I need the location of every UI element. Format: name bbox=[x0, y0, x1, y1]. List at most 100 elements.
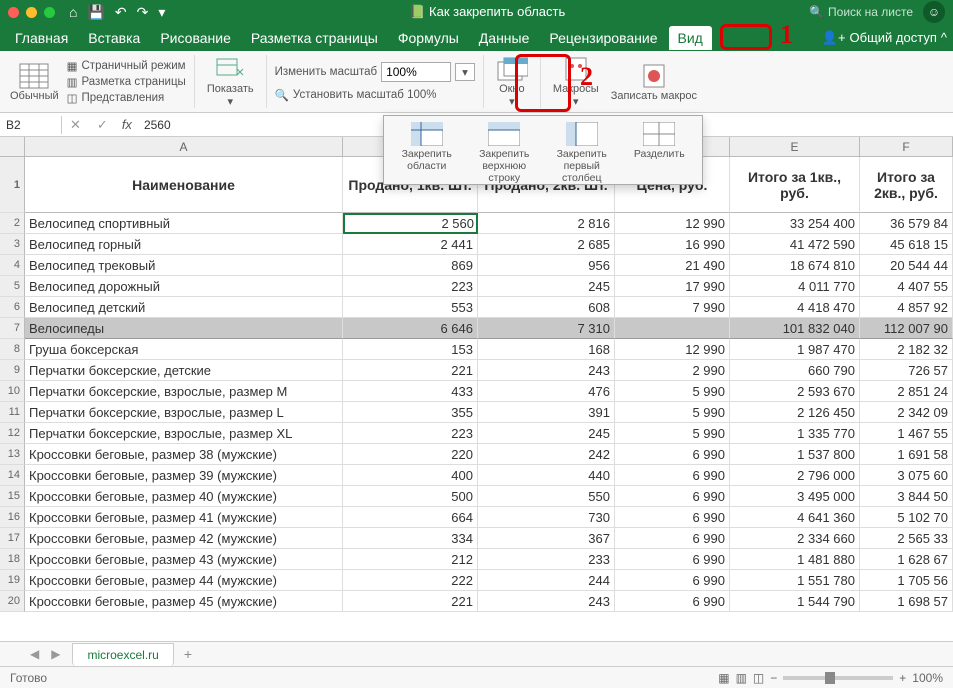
cell[interactable]: Перчатки боксерские, взрослые, размер M bbox=[25, 381, 343, 402]
cell[interactable]: 660 790 bbox=[730, 360, 860, 381]
ribbon-tab-данные[interactable]: Данные bbox=[470, 26, 539, 50]
ribbon-tab-рисование[interactable]: Рисование bbox=[151, 26, 240, 50]
header-cell[interactable]: Итого за 2кв., руб. bbox=[860, 157, 953, 213]
cell[interactable]: 242 bbox=[478, 444, 615, 465]
row-header[interactable]: 14 bbox=[0, 465, 25, 486]
cell[interactable]: 476 bbox=[478, 381, 615, 402]
cell[interactable]: 367 bbox=[478, 528, 615, 549]
row-header[interactable]: 13 bbox=[0, 444, 25, 465]
cell[interactable]: 168 bbox=[478, 339, 615, 360]
cell[interactable]: 21 490 bbox=[615, 255, 730, 276]
cell[interactable]: Велосипед горный bbox=[25, 234, 343, 255]
cell[interactable]: 6 990 bbox=[615, 465, 730, 486]
cell[interactable]: 6 990 bbox=[615, 591, 730, 612]
cell[interactable]: 221 bbox=[343, 591, 478, 612]
row-header[interactable]: 7 bbox=[0, 318, 25, 339]
row-header[interactable]: 4 bbox=[0, 255, 25, 276]
cell[interactable]: 869 bbox=[343, 255, 478, 276]
cell[interactable]: Перчатки боксерские, детские bbox=[25, 360, 343, 381]
cell[interactable]: 1 544 790 bbox=[730, 591, 860, 612]
cell[interactable]: 2 565 33 bbox=[860, 528, 953, 549]
cell[interactable]: 400 bbox=[343, 465, 478, 486]
cell[interactable]: 4 418 470 bbox=[730, 297, 860, 318]
cell[interactable]: 2 851 24 bbox=[860, 381, 953, 402]
cell[interactable]: 245 bbox=[478, 423, 615, 444]
save-icon[interactable]: 💾 bbox=[87, 4, 104, 21]
row-header[interactable]: 9 bbox=[0, 360, 25, 381]
cell[interactable]: 220 bbox=[343, 444, 478, 465]
ribbon-tab-главная[interactable]: Главная bbox=[6, 26, 77, 50]
cell[interactable]: 730 bbox=[478, 507, 615, 528]
normal-view-button[interactable]: Обычный bbox=[6, 60, 63, 104]
freeze-top-row-button[interactable]: Закрепить верхнюю строку bbox=[466, 120, 544, 180]
cell[interactable]: Кроссовки беговые, размер 38 (мужские) bbox=[25, 444, 343, 465]
cell[interactable]: 16 990 bbox=[615, 234, 730, 255]
cell[interactable]: 153 bbox=[343, 339, 478, 360]
row-header[interactable]: 16 bbox=[0, 507, 25, 528]
cell[interactable]: 3 495 000 bbox=[730, 486, 860, 507]
cell[interactable]: Кроссовки беговые, размер 44 (мужские) bbox=[25, 570, 343, 591]
custom-views-button[interactable]: ◫ Представления bbox=[67, 91, 186, 105]
show-button[interactable]: Показать ▾ bbox=[203, 53, 258, 110]
minimize-icon[interactable] bbox=[26, 7, 37, 18]
cell[interactable]: 212 bbox=[343, 549, 478, 570]
cell[interactable]: Велосипед спортивный bbox=[25, 213, 343, 234]
freeze-panes-button[interactable]: Закрепить области bbox=[388, 120, 466, 180]
cell[interactable]: 12 990 bbox=[615, 339, 730, 360]
cell[interactable]: 1 551 780 bbox=[730, 570, 860, 591]
cell[interactable]: Велосипед трековый bbox=[25, 255, 343, 276]
spreadsheet-grid[interactable]: 1 Наименование Продано, 1кв. Шт. Продано… bbox=[0, 157, 953, 641]
ribbon-tab-вид[interactable]: Вид bbox=[669, 26, 712, 50]
view-normal-icon[interactable]: ▦ bbox=[718, 671, 729, 685]
cell[interactable]: 243 bbox=[478, 360, 615, 381]
cell[interactable]: 334 bbox=[343, 528, 478, 549]
cell[interactable]: 2 990 bbox=[615, 360, 730, 381]
name-box[interactable]: B2 bbox=[0, 116, 62, 134]
maximize-icon[interactable] bbox=[44, 7, 55, 18]
row-header[interactable]: 10 bbox=[0, 381, 25, 402]
row-header[interactable]: 6 bbox=[0, 297, 25, 318]
col-header[interactable]: A bbox=[25, 137, 343, 156]
redo-icon[interactable]: ↷ bbox=[137, 4, 149, 21]
zoom-100-button[interactable]: 🔍 Установить масштаб 100% bbox=[275, 88, 475, 102]
cell[interactable] bbox=[615, 318, 730, 339]
freeze-first-col-button[interactable]: Закрепить первый столбец bbox=[543, 120, 621, 180]
row-header[interactable]: 18 bbox=[0, 549, 25, 570]
cell[interactable]: 6 990 bbox=[615, 549, 730, 570]
enter-icon[interactable]: ✓ bbox=[89, 117, 116, 133]
select-all-corner[interactable] bbox=[0, 137, 25, 156]
cell[interactable]: 2 182 32 bbox=[860, 339, 953, 360]
cell[interactable]: 112 007 90 bbox=[860, 318, 953, 339]
cell[interactable]: 17 990 bbox=[615, 276, 730, 297]
macros-button[interactable]: Макросы ▾ bbox=[549, 53, 603, 110]
close-icon[interactable] bbox=[8, 7, 19, 18]
cell[interactable]: 3 844 50 bbox=[860, 486, 953, 507]
ribbon-tab-рецензирование[interactable]: Рецензирование bbox=[540, 26, 666, 50]
cell[interactable]: 2 126 450 bbox=[730, 402, 860, 423]
cell[interactable]: 726 57 bbox=[860, 360, 953, 381]
row-header[interactable]: 8 bbox=[0, 339, 25, 360]
cell[interactable]: 550 bbox=[478, 486, 615, 507]
cell[interactable]: 1 698 57 bbox=[860, 591, 953, 612]
cell[interactable]: 36 579 84 bbox=[860, 213, 953, 234]
page-break-view-button[interactable]: ▦ Страничный режим bbox=[67, 59, 186, 73]
cell[interactable]: 3 075 60 bbox=[860, 465, 953, 486]
ribbon-tab-вставка[interactable]: Вставка bbox=[79, 26, 149, 50]
cell[interactable]: 7 990 bbox=[615, 297, 730, 318]
cell[interactable]: 41 472 590 bbox=[730, 234, 860, 255]
cell[interactable]: 1 628 67 bbox=[860, 549, 953, 570]
cell[interactable]: 1 705 56 bbox=[860, 570, 953, 591]
cell[interactable]: 20 544 44 bbox=[860, 255, 953, 276]
cell[interactable]: 2 441 bbox=[343, 234, 478, 255]
cell[interactable]: Велосипед дорожный bbox=[25, 276, 343, 297]
cell[interactable]: 12 990 bbox=[615, 213, 730, 234]
cell[interactable]: 6 990 bbox=[615, 570, 730, 591]
cell[interactable]: Кроссовки беговые, размер 40 (мужские) bbox=[25, 486, 343, 507]
cell[interactable]: 245 bbox=[478, 276, 615, 297]
undo-icon[interactable]: ↶ bbox=[115, 4, 127, 21]
cell[interactable]: 233 bbox=[478, 549, 615, 570]
cell[interactable]: 6 990 bbox=[615, 486, 730, 507]
row-header[interactable]: 1 bbox=[0, 157, 25, 213]
cell[interactable]: 244 bbox=[478, 570, 615, 591]
cell[interactable]: 956 bbox=[478, 255, 615, 276]
